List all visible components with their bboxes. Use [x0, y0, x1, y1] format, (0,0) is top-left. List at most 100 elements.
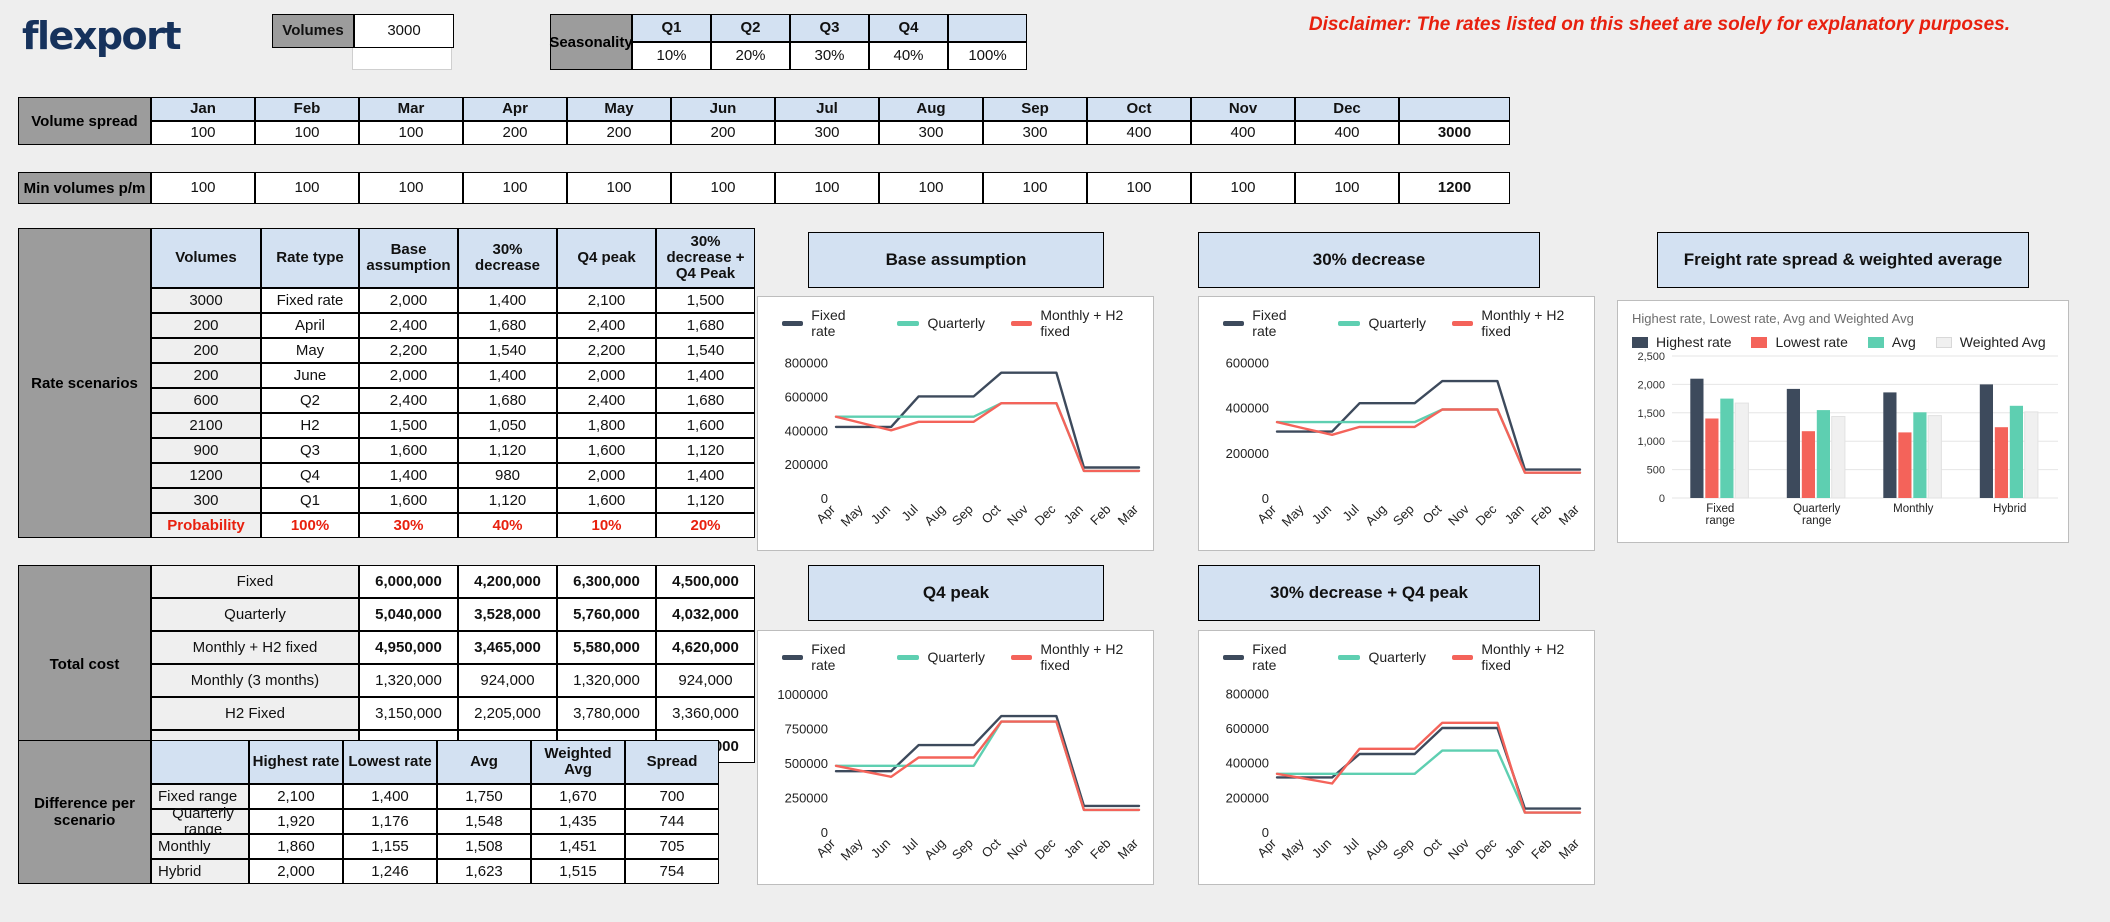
total-cost-value[interactable]: 1,320,000 — [359, 664, 458, 697]
rate-scenario-volume[interactable]: 200 — [151, 363, 261, 388]
rate-scenario-volume[interactable]: 600 — [151, 388, 261, 413]
volume-spread-value[interactable]: 300 — [983, 121, 1087, 145]
difference-value[interactable]: 1,435 — [531, 809, 625, 834]
difference-value[interactable]: 1,246 — [343, 859, 437, 884]
seasonality-value[interactable]: 40% — [869, 42, 948, 70]
rate-scenario-type[interactable]: H2 — [261, 413, 359, 438]
total-cost-value[interactable]: 5,580,000 — [557, 631, 656, 664]
min-volumes-value[interactable]: 100 — [879, 172, 983, 204]
min-volumes-value[interactable]: 100 — [983, 172, 1087, 204]
difference-value[interactable]: 754 — [625, 859, 719, 884]
total-cost-value[interactable]: 1,320,000 — [557, 664, 656, 697]
min-volumes-value[interactable]: 100 — [151, 172, 255, 204]
rate-scenario-value[interactable]: 1,400 — [656, 463, 755, 488]
rate-scenario-value[interactable]: 1,800 — [557, 413, 656, 438]
rate-scenario-value[interactable]: 2,400 — [557, 313, 656, 338]
total-cost-value[interactable]: 3,360,000 — [656, 697, 755, 730]
rate-scenario-value[interactable]: 2,400 — [359, 313, 458, 338]
seasonality-value[interactable]: 20% — [711, 42, 790, 70]
seasonality-value[interactable]: 100% — [948, 42, 1027, 70]
min-volumes-value[interactable]: 100 — [567, 172, 671, 204]
volume-spread-value[interactable]: 300 — [879, 121, 983, 145]
rate-scenario-value[interactable]: 2,200 — [557, 338, 656, 363]
total-cost-value[interactable]: 3,465,000 — [458, 631, 557, 664]
rate-scenario-value[interactable]: 1,500 — [656, 288, 755, 313]
rate-scenario-value[interactable]: 1,600 — [557, 438, 656, 463]
rate-scenario-type[interactable]: Fixed rate — [261, 288, 359, 313]
total-cost-value[interactable]: 4,200,000 — [458, 565, 557, 598]
seasonality-value[interactable]: 30% — [790, 42, 869, 70]
total-cost-value[interactable]: 5,040,000 — [359, 598, 458, 631]
rate-scenario-value[interactable]: 1,600 — [359, 488, 458, 513]
rate-scenario-value[interactable]: 1,600 — [557, 488, 656, 513]
total-cost-value[interactable]: 4,620,000 — [656, 631, 755, 664]
volume-spread-value[interactable]: 100 — [359, 121, 463, 145]
rate-scenario-value[interactable]: 1,050 — [458, 413, 557, 438]
volumes-input[interactable]: 3000 — [354, 14, 454, 48]
volume-spread-value[interactable]: 200 — [567, 121, 671, 145]
rate-scenario-value[interactable]: 1,120 — [656, 438, 755, 463]
total-cost-value[interactable]: 2,205,000 — [458, 697, 557, 730]
difference-value[interactable]: 2,000 — [249, 859, 343, 884]
difference-value[interactable]: 744 — [625, 809, 719, 834]
difference-value[interactable]: 1,508 — [437, 834, 531, 859]
difference-value[interactable]: 1,155 — [343, 834, 437, 859]
probability-cell[interactable]: 10% — [557, 513, 656, 538]
volume-spread-value[interactable]: 100 — [151, 121, 255, 145]
min-volumes-value[interactable]: 100 — [1191, 172, 1295, 204]
rate-scenario-value[interactable]: 980 — [458, 463, 557, 488]
rate-scenario-value[interactable]: 1,500 — [359, 413, 458, 438]
volume-spread-value[interactable]: 3000 — [1399, 121, 1510, 145]
volume-spread-value[interactable]: 400 — [1087, 121, 1191, 145]
min-volumes-value[interactable]: 100 — [1087, 172, 1191, 204]
total-cost-value[interactable]: 3,528,000 — [458, 598, 557, 631]
difference-row-label[interactable]: Hybrid — [151, 859, 249, 884]
rate-scenario-value[interactable]: 1,400 — [359, 463, 458, 488]
volume-spread-value[interactable]: 400 — [1295, 121, 1399, 145]
total-cost-value[interactable]: 3,150,000 — [359, 697, 458, 730]
total-cost-value[interactable]: 4,032,000 — [656, 598, 755, 631]
min-volumes-value[interactable]: 100 — [359, 172, 463, 204]
probability-cell[interactable]: 30% — [359, 513, 458, 538]
rate-scenario-type[interactable]: April — [261, 313, 359, 338]
rate-scenario-value[interactable]: 1,680 — [458, 313, 557, 338]
rate-scenario-value[interactable]: 1,540 — [458, 338, 557, 363]
probability-cell[interactable]: 40% — [458, 513, 557, 538]
rate-scenario-volume[interactable]: 300 — [151, 488, 261, 513]
difference-value[interactable]: 1,515 — [531, 859, 625, 884]
difference-value[interactable]: 700 — [625, 784, 719, 809]
rate-scenario-value[interactable]: 2,000 — [557, 463, 656, 488]
min-volumes-value[interactable]: 100 — [775, 172, 879, 204]
difference-value[interactable]: 1,920 — [249, 809, 343, 834]
rate-scenario-volume[interactable]: 900 — [151, 438, 261, 463]
rate-scenario-value[interactable]: 1,120 — [656, 488, 755, 513]
difference-row-label[interactable]: Quarterly range — [151, 805, 249, 837]
rate-scenario-value[interactable]: 2,000 — [359, 363, 458, 388]
total-cost-value[interactable]: 5,760,000 — [557, 598, 656, 631]
rate-scenario-type[interactable]: June — [261, 363, 359, 388]
rate-scenario-value[interactable]: 1,600 — [359, 438, 458, 463]
difference-row-label[interactable]: Monthly — [151, 834, 249, 859]
difference-value[interactable]: 705 — [625, 834, 719, 859]
rate-scenario-value[interactable]: 2,400 — [359, 388, 458, 413]
volume-spread-value[interactable]: 200 — [463, 121, 567, 145]
total-cost-value[interactable]: 924,000 — [656, 664, 755, 697]
probability-cell[interactable]: 100% — [261, 513, 359, 538]
rate-scenario-type[interactable]: Q2 — [261, 388, 359, 413]
min-volumes-value[interactable]: 100 — [1295, 172, 1399, 204]
rate-scenario-type[interactable]: Q1 — [261, 488, 359, 513]
total-cost-value[interactable]: 3,780,000 — [557, 697, 656, 730]
total-cost-value[interactable]: 6,300,000 — [557, 565, 656, 598]
min-volumes-value[interactable]: 100 — [255, 172, 359, 204]
rate-scenario-value[interactable]: 1,600 — [656, 413, 755, 438]
rate-scenario-value[interactable]: 2,000 — [359, 288, 458, 313]
rate-scenario-value[interactable]: 1,680 — [458, 388, 557, 413]
rate-scenario-value[interactable]: 2,100 — [557, 288, 656, 313]
difference-value[interactable]: 1,176 — [343, 809, 437, 834]
rate-scenario-volume[interactable]: 1200 — [151, 463, 261, 488]
rate-scenario-volume[interactable]: 2100 — [151, 413, 261, 438]
volume-spread-value[interactable]: 100 — [255, 121, 359, 145]
rate-scenario-volume[interactable]: 3000 — [151, 288, 261, 313]
seasonality-value[interactable]: 10% — [632, 42, 711, 70]
total-cost-value[interactable]: 4,950,000 — [359, 631, 458, 664]
